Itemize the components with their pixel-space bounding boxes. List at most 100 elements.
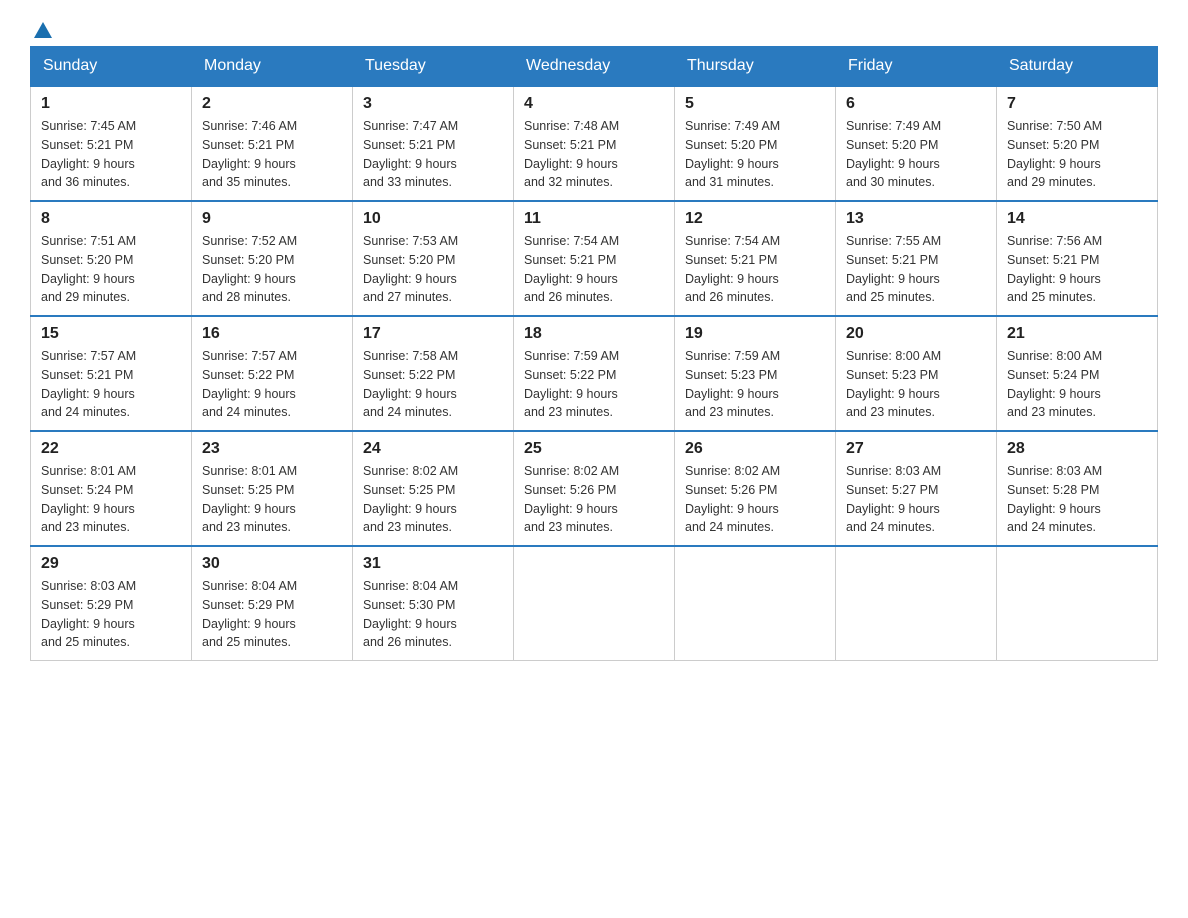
day-info: Sunrise: 8:02 AM Sunset: 5:26 PM Dayligh… (524, 462, 664, 537)
day-number: 2 (202, 95, 342, 113)
day-number: 12 (685, 210, 825, 228)
day-info: Sunrise: 8:02 AM Sunset: 5:25 PM Dayligh… (363, 462, 503, 537)
day-info: Sunrise: 7:59 AM Sunset: 5:22 PM Dayligh… (524, 347, 664, 422)
day-number: 26 (685, 440, 825, 458)
column-header-tuesday: Tuesday (353, 47, 514, 87)
day-info: Sunrise: 7:59 AM Sunset: 5:23 PM Dayligh… (685, 347, 825, 422)
calendar-cell (514, 546, 675, 661)
calendar-cell: 2 Sunrise: 7:46 AM Sunset: 5:21 PM Dayli… (192, 86, 353, 201)
day-info: Sunrise: 8:03 AM Sunset: 5:29 PM Dayligh… (41, 577, 181, 652)
day-info: Sunrise: 7:52 AM Sunset: 5:20 PM Dayligh… (202, 232, 342, 307)
day-number: 31 (363, 555, 503, 573)
calendar-cell (997, 546, 1158, 661)
day-number: 7 (1007, 95, 1147, 113)
day-number: 24 (363, 440, 503, 458)
day-info: Sunrise: 8:03 AM Sunset: 5:28 PM Dayligh… (1007, 462, 1147, 537)
calendar-cell: 3 Sunrise: 7:47 AM Sunset: 5:21 PM Dayli… (353, 86, 514, 201)
day-number: 29 (41, 555, 181, 573)
column-header-saturday: Saturday (997, 47, 1158, 87)
day-info: Sunrise: 8:03 AM Sunset: 5:27 PM Dayligh… (846, 462, 986, 537)
calendar-cell: 17 Sunrise: 7:58 AM Sunset: 5:22 PM Dayl… (353, 316, 514, 431)
day-number: 16 (202, 325, 342, 343)
calendar-cell: 27 Sunrise: 8:03 AM Sunset: 5:27 PM Dayl… (836, 431, 997, 546)
day-info: Sunrise: 8:02 AM Sunset: 5:26 PM Dayligh… (685, 462, 825, 537)
calendar-header-row: SundayMondayTuesdayWednesdayThursdayFrid… (31, 47, 1158, 87)
calendar-cell: 5 Sunrise: 7:49 AM Sunset: 5:20 PM Dayli… (675, 86, 836, 201)
calendar-cell: 14 Sunrise: 7:56 AM Sunset: 5:21 PM Dayl… (997, 201, 1158, 316)
day-number: 4 (524, 95, 664, 113)
day-number: 27 (846, 440, 986, 458)
day-number: 5 (685, 95, 825, 113)
day-number: 18 (524, 325, 664, 343)
calendar-cell: 20 Sunrise: 8:00 AM Sunset: 5:23 PM Dayl… (836, 316, 997, 431)
day-info: Sunrise: 7:54 AM Sunset: 5:21 PM Dayligh… (685, 232, 825, 307)
day-info: Sunrise: 7:53 AM Sunset: 5:20 PM Dayligh… (363, 232, 503, 307)
day-info: Sunrise: 7:51 AM Sunset: 5:20 PM Dayligh… (41, 232, 181, 307)
day-info: Sunrise: 7:50 AM Sunset: 5:20 PM Dayligh… (1007, 117, 1147, 192)
day-number: 10 (363, 210, 503, 228)
day-info: Sunrise: 7:57 AM Sunset: 5:21 PM Dayligh… (41, 347, 181, 422)
calendar-cell: 12 Sunrise: 7:54 AM Sunset: 5:21 PM Dayl… (675, 201, 836, 316)
page-header (30, 20, 1158, 36)
day-number: 9 (202, 210, 342, 228)
calendar-cell (836, 546, 997, 661)
calendar-cell: 24 Sunrise: 8:02 AM Sunset: 5:25 PM Dayl… (353, 431, 514, 546)
day-info: Sunrise: 7:49 AM Sunset: 5:20 PM Dayligh… (846, 117, 986, 192)
day-number: 25 (524, 440, 664, 458)
calendar-cell: 26 Sunrise: 8:02 AM Sunset: 5:26 PM Dayl… (675, 431, 836, 546)
week-row-2: 8 Sunrise: 7:51 AM Sunset: 5:20 PM Dayli… (31, 201, 1158, 316)
logo-icon (32, 20, 54, 42)
calendar-cell: 9 Sunrise: 7:52 AM Sunset: 5:20 PM Dayli… (192, 201, 353, 316)
day-number: 14 (1007, 210, 1147, 228)
day-number: 17 (363, 325, 503, 343)
day-info: Sunrise: 7:49 AM Sunset: 5:20 PM Dayligh… (685, 117, 825, 192)
calendar-cell: 11 Sunrise: 7:54 AM Sunset: 5:21 PM Dayl… (514, 201, 675, 316)
day-info: Sunrise: 7:45 AM Sunset: 5:21 PM Dayligh… (41, 117, 181, 192)
day-info: Sunrise: 7:55 AM Sunset: 5:21 PM Dayligh… (846, 232, 986, 307)
calendar-cell: 22 Sunrise: 8:01 AM Sunset: 5:24 PM Dayl… (31, 431, 192, 546)
day-number: 15 (41, 325, 181, 343)
calendar-cell: 19 Sunrise: 7:59 AM Sunset: 5:23 PM Dayl… (675, 316, 836, 431)
day-number: 3 (363, 95, 503, 113)
column-header-monday: Monday (192, 47, 353, 87)
day-info: Sunrise: 8:04 AM Sunset: 5:30 PM Dayligh… (363, 577, 503, 652)
week-row-4: 22 Sunrise: 8:01 AM Sunset: 5:24 PM Dayl… (31, 431, 1158, 546)
calendar-cell: 25 Sunrise: 8:02 AM Sunset: 5:26 PM Dayl… (514, 431, 675, 546)
day-number: 11 (524, 210, 664, 228)
day-info: Sunrise: 8:01 AM Sunset: 5:25 PM Dayligh… (202, 462, 342, 537)
day-number: 21 (1007, 325, 1147, 343)
week-row-1: 1 Sunrise: 7:45 AM Sunset: 5:21 PM Dayli… (31, 86, 1158, 201)
calendar-cell: 13 Sunrise: 7:55 AM Sunset: 5:21 PM Dayl… (836, 201, 997, 316)
calendar-cell: 21 Sunrise: 8:00 AM Sunset: 5:24 PM Dayl… (997, 316, 1158, 431)
day-number: 19 (685, 325, 825, 343)
calendar-table: SundayMondayTuesdayWednesdayThursdayFrid… (30, 46, 1158, 661)
calendar-cell: 1 Sunrise: 7:45 AM Sunset: 5:21 PM Dayli… (31, 86, 192, 201)
day-info: Sunrise: 8:04 AM Sunset: 5:29 PM Dayligh… (202, 577, 342, 652)
day-number: 28 (1007, 440, 1147, 458)
column-header-wednesday: Wednesday (514, 47, 675, 87)
calendar-cell: 10 Sunrise: 7:53 AM Sunset: 5:20 PM Dayl… (353, 201, 514, 316)
day-number: 6 (846, 95, 986, 113)
day-number: 30 (202, 555, 342, 573)
calendar-cell: 4 Sunrise: 7:48 AM Sunset: 5:21 PM Dayli… (514, 86, 675, 201)
day-info: Sunrise: 8:01 AM Sunset: 5:24 PM Dayligh… (41, 462, 181, 537)
column-header-friday: Friday (836, 47, 997, 87)
calendar-cell: 7 Sunrise: 7:50 AM Sunset: 5:20 PM Dayli… (997, 86, 1158, 201)
week-row-3: 15 Sunrise: 7:57 AM Sunset: 5:21 PM Dayl… (31, 316, 1158, 431)
column-header-sunday: Sunday (31, 47, 192, 87)
day-info: Sunrise: 7:48 AM Sunset: 5:21 PM Dayligh… (524, 117, 664, 192)
week-row-5: 29 Sunrise: 8:03 AM Sunset: 5:29 PM Dayl… (31, 546, 1158, 661)
calendar-cell: 29 Sunrise: 8:03 AM Sunset: 5:29 PM Dayl… (31, 546, 192, 661)
day-info: Sunrise: 7:57 AM Sunset: 5:22 PM Dayligh… (202, 347, 342, 422)
logo (30, 20, 56, 36)
day-info: Sunrise: 7:46 AM Sunset: 5:21 PM Dayligh… (202, 117, 342, 192)
day-info: Sunrise: 7:56 AM Sunset: 5:21 PM Dayligh… (1007, 232, 1147, 307)
calendar-cell: 6 Sunrise: 7:49 AM Sunset: 5:20 PM Dayli… (836, 86, 997, 201)
day-number: 13 (846, 210, 986, 228)
day-info: Sunrise: 7:58 AM Sunset: 5:22 PM Dayligh… (363, 347, 503, 422)
calendar-cell: 31 Sunrise: 8:04 AM Sunset: 5:30 PM Dayl… (353, 546, 514, 661)
day-number: 8 (41, 210, 181, 228)
calendar-cell (675, 546, 836, 661)
day-info: Sunrise: 8:00 AM Sunset: 5:24 PM Dayligh… (1007, 347, 1147, 422)
calendar-cell: 30 Sunrise: 8:04 AM Sunset: 5:29 PM Dayl… (192, 546, 353, 661)
